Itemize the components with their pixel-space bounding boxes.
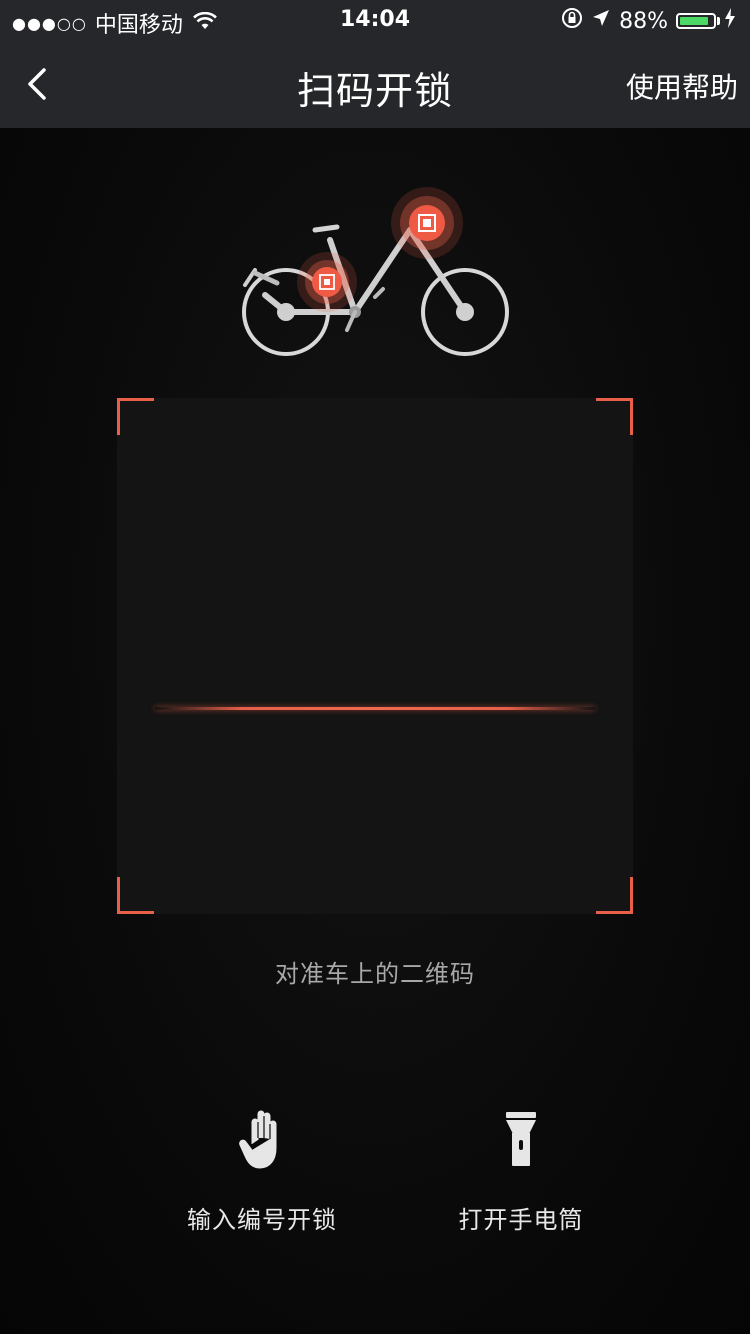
qr-marker-icon <box>391 187 463 259</box>
flashlight-icon <box>411 1108 631 1188</box>
scan-corner-bottom-right <box>596 877 633 914</box>
status-right: 88% <box>553 7 736 35</box>
charging-bolt-icon <box>724 8 736 34</box>
help-button[interactable]: 使用帮助 <box>626 66 738 106</box>
battery-fill <box>680 17 708 25</box>
battery-percent: 88% <box>619 8 668 34</box>
hand-icon <box>152 1108 372 1188</box>
scan-corner-bottom-left <box>117 877 154 914</box>
qr-marker-icon <box>297 252 357 312</box>
orientation-lock-icon <box>561 7 583 35</box>
scan-corner-top-right <box>596 398 633 435</box>
status-bar: ●●●○○ 中国移动 14:04 88% <box>0 0 750 40</box>
scan-hint: 对准车上的二维码 <box>275 960 475 988</box>
scan-frame <box>117 398 633 914</box>
scan-corner-top-left <box>117 398 154 435</box>
battery-cap <box>717 17 720 25</box>
location-arrow-icon <box>591 8 611 34</box>
bike-illustration <box>225 185 525 369</box>
flashlight-button[interactable]: 打开手电筒 <box>411 1108 631 1235</box>
scan-line <box>155 707 595 710</box>
flashlight-label: 打开手电筒 <box>458 1206 584 1234</box>
nav-bar: 扫码开锁 使用帮助 <box>0 40 750 128</box>
bike-icon <box>242 224 509 356</box>
manual-unlock-label: 输入编号开锁 <box>187 1206 337 1234</box>
manual-unlock-button[interactable]: 输入编号开锁 <box>152 1108 372 1235</box>
battery-icon <box>676 13 716 29</box>
